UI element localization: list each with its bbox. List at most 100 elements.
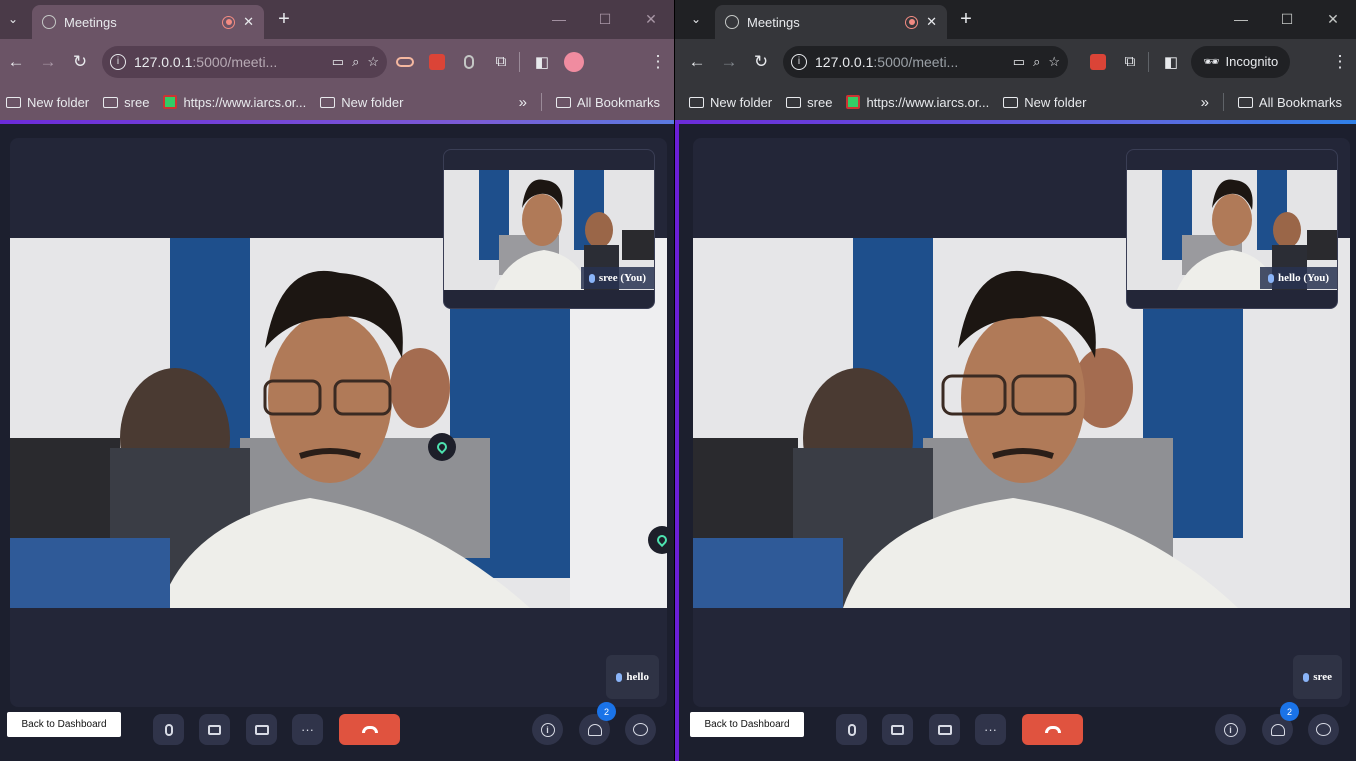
zoom-icon[interactable]: ⌕ [1033,54,1040,70]
close-window-button[interactable]: ✕ [628,11,674,28]
bookmark-item[interactable]: https://www.iarcs.or... [846,95,989,110]
tab-meetings[interactable]: Meetings ✕ [32,5,264,39]
minimize-button[interactable]: — [536,11,582,27]
all-bookmarks[interactable]: All Bookmarks [1237,95,1342,110]
maximize-button[interactable]: ☐ [582,11,628,28]
folder-icon [6,96,21,108]
tab-search-icon[interactable]: ⌄ [0,5,26,33]
camera-toggle-button[interactable] [199,714,230,745]
bookmark-item[interactable]: New folder [1003,95,1086,110]
more-bookmarks-icon[interactable]: » [519,94,527,111]
bookmark-item[interactable]: sree [786,95,832,110]
info-icon: i [1223,722,1238,737]
tab-title: Meetings [747,14,800,30]
meeting-info-button[interactable]: i [1215,714,1246,745]
meeting-page: hello (You) sree Back to Dashboard ··· i… [675,124,1356,761]
back-to-dashboard-button[interactable]: Back to Dashboard [690,712,804,737]
end-call-button[interactable] [339,714,400,745]
bookmark-item[interactable]: New folder [320,95,403,110]
incognito-icon: 🕶 [1203,53,1220,69]
reload-icon[interactable]: ↻ [64,46,96,78]
camera-in-use-icon[interactable]: ▭ [332,54,344,70]
participants-button[interactable]: 2 [1262,702,1299,745]
address-bar[interactable]: i 127.0.0.1:5000/meeti... ▭ ⌕ ☆ [783,45,1068,78]
more-bookmarks-icon[interactable]: » [1201,94,1209,111]
toolbar-separator [1148,51,1149,72]
remote-name-chip: sree [1293,655,1342,699]
mic-toggle-button[interactable] [836,714,867,745]
profile-avatar-icon[interactable] [560,48,588,76]
tab-search-icon[interactable]: ⌄ [683,5,709,33]
extensions-puzzle-icon[interactable]: ⧉ [1116,48,1144,76]
screen-share-icon [937,724,952,735]
screen-share-button[interactable] [246,714,277,745]
reload-icon[interactable]: ↻ [745,46,777,78]
bookmark-item[interactable]: https://www.iarcs.or... [163,95,306,110]
site-info-icon[interactable]: i [791,53,807,70]
microphone-icon [847,723,856,736]
bookmark-star-icon[interactable]: ☆ [367,54,379,70]
incognito-indicator[interactable]: 🕶 Incognito [1191,45,1291,78]
mic-indicator-icon [588,273,595,283]
tab-meetings[interactable]: Meetings ✕ [715,5,947,39]
camera-toggle-button[interactable] [882,714,913,745]
side-panel-icon[interactable]: ◧ [1157,48,1185,76]
todoist-extension-icon[interactable] [423,48,451,76]
address-bar[interactable]: i 127.0.0.1:5000/meeti... ▭ ⌕ ☆ [102,45,387,78]
mic-toggle-button[interactable] [153,714,184,745]
browser-toolbar: ← → ↻ i 127.0.0.1:5000/meeti... ▭ ⌕ ☆ ⧉ … [0,39,674,84]
chat-icon [1316,723,1331,736]
pin-marker-icon[interactable] [648,526,674,554]
zoom-icon[interactable]: ⌕ [352,54,359,70]
bookmark-item[interactable]: New folder [689,95,772,110]
chat-button[interactable] [625,714,656,745]
close-tab-icon[interactable]: ✕ [243,14,254,30]
screen-share-button[interactable] [929,714,960,745]
browser-menu-icon[interactable]: ⋮ [642,46,674,78]
end-call-button[interactable] [1022,714,1083,745]
site-info-icon[interactable]: i [110,53,126,70]
self-view-pip: sree (You) [443,149,655,309]
forward-arrow-icon[interactable]: → [32,46,64,78]
extensions-puzzle-icon[interactable]: ⧉ [487,48,515,76]
new-tab-button[interactable]: + [954,8,978,30]
info-icon: i [540,722,555,737]
more-options-button[interactable]: ··· [975,714,1006,745]
people-icon [1270,723,1285,736]
back-to-dashboard-button[interactable]: Back to Dashboard [7,712,121,737]
meeting-page: sree (You) hello Back to Dashboard ··· i… [0,124,674,761]
mic-indicator-icon [1303,672,1310,682]
back-arrow-icon[interactable]: ← [0,46,32,78]
pin-marker-icon[interactable] [428,433,456,461]
participants-count-badge: 2 [1280,702,1299,721]
todoist-extension-icon[interactable] [1084,48,1112,76]
call-controls: Back to Dashboard ··· i 2 [679,702,1356,761]
site-icon [163,95,178,109]
bookmark-item[interactable]: New folder [6,95,89,110]
participants-button[interactable]: 2 [579,702,616,745]
meeting-info-button[interactable]: i [532,714,563,745]
minimize-button[interactable]: — [1218,11,1264,27]
remote-name-chip: hello [606,655,659,699]
new-tab-button[interactable]: + [272,8,296,30]
browser-menu-icon[interactable]: ⋮ [1324,46,1356,78]
camera-icon [891,724,904,735]
more-options-button[interactable]: ··· [292,714,323,745]
forward-arrow-icon[interactable]: → [713,46,745,78]
maximize-button[interactable]: ☐ [1264,11,1310,28]
back-arrow-icon[interactable]: ← [681,46,713,78]
close-tab-icon[interactable]: ✕ [926,14,937,30]
side-panel-icon[interactable]: ◧ [528,48,556,76]
chat-button[interactable] [1308,714,1339,745]
self-view-pip: hello (You) [1126,149,1338,309]
camera-in-use-icon[interactable]: ▭ [1013,54,1025,70]
mic-indicator-icon [616,672,623,682]
folder-icon [1237,96,1253,108]
url-text: 127.0.0.1:5000/meeti... [815,53,959,70]
glasses-extension-icon[interactable] [391,48,419,76]
mouse-extension-icon[interactable] [455,48,483,76]
close-window-button[interactable]: ✕ [1310,11,1356,28]
bookmark-star-icon[interactable]: ☆ [1048,54,1060,70]
all-bookmarks[interactable]: All Bookmarks [555,95,660,110]
bookmark-item[interactable]: sree [103,95,149,110]
